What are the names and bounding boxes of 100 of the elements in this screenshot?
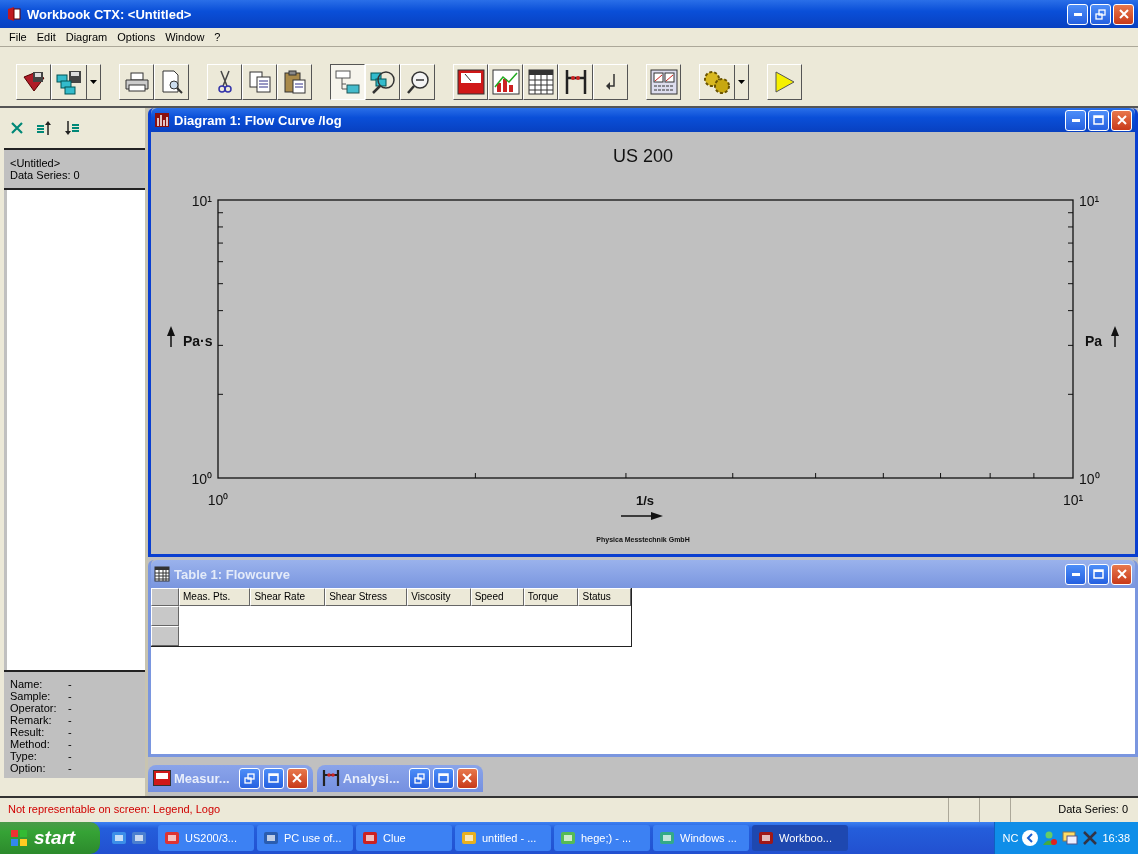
close-icon [292,773,303,783]
close-button[interactable] [1113,3,1134,25]
taskbar-button[interactable]: untitled - ... [455,825,551,851]
restore-button[interactable] [238,767,260,789]
taskbar-button[interactable]: PC use of... [257,825,353,851]
maximize-icon [267,773,279,783]
project-name: <Untitled> [10,157,62,169]
abacus-icon [321,769,340,787]
menu-item[interactable]: Window [160,31,210,43]
maximize-button[interactable] [1088,109,1109,131]
minimized-window[interactable]: Measur... [148,764,313,792]
taskbar-button[interactable]: Workboo... [752,825,848,851]
delete-icon [10,121,24,135]
move-up-icon [36,120,52,136]
field-value: - [68,678,72,690]
minimized-window[interactable]: Analysi... [316,764,483,792]
caret-icon [738,80,745,84]
toolbar-button[interactable] [330,64,365,100]
app-icon [164,830,180,846]
field-value: - [68,738,72,750]
menu-item[interactable]: Edit [31,31,61,43]
status-message: Not representable on screen: Legend, Logo [7,802,222,817]
abacus-icon [563,69,588,95]
field-label: Result: [10,726,46,738]
caret-icon [90,80,97,84]
monitor-icon [1062,830,1079,846]
window-title: Diagram 1: Flow Curve /log [174,112,343,128]
field-value: - [68,714,72,726]
minimize-button[interactable] [1065,109,1086,131]
app-icon [758,830,774,846]
chart-title: US 200 [613,146,673,166]
field-label: Remark: [10,714,53,726]
axis-label: 1/s [635,493,655,508]
minimize-icon [1073,12,1082,16]
restore-button[interactable] [1090,3,1111,25]
maximize-button[interactable] [1088,563,1109,585]
minimize-button[interactable] [1067,3,1088,25]
column-header: Status [578,588,631,606]
restore-icon [243,772,255,784]
bar-chart-icon [491,69,520,95]
field-label: Type: [10,750,38,762]
app-icon [560,830,576,846]
taskbar-button[interactable]: Clue [356,825,452,851]
menu-item[interactable]: ? [209,31,226,43]
show-hidden-icons-button[interactable] [1022,830,1039,846]
close-icon [1118,9,1129,19]
tick-label: 10¹ [191,193,212,209]
tick-label: 10⁰ [207,492,229,508]
clock: 16:38 [1102,832,1130,844]
taskbar-button[interactable]: hege;) - ... [554,825,650,851]
menu-item[interactable]: Diagram [60,31,113,43]
maximize-button[interactable] [432,767,454,789]
tick-label: 10⁰ [1079,471,1100,487]
close-button[interactable] [1111,109,1132,131]
app-icon [461,830,477,846]
field-value: - [68,750,72,762]
copy-icon [247,70,272,94]
chart-icon [154,112,170,128]
field-label: Operator: [10,702,58,714]
quick-launch-button[interactable] [111,830,127,846]
paste-icon [282,69,307,95]
play-icon [773,70,796,94]
taskbar-button[interactable]: US200/3... [158,825,254,851]
field-label: Name: [10,678,44,690]
maximize-icon [1093,569,1104,579]
move-down-icon [64,120,80,136]
series-count: Data Series: 0 [10,169,81,181]
axis-label: Pa·s [183,333,213,349]
taskbar-button[interactable]: Windows ... [653,825,749,851]
restore-icon [413,772,425,784]
page-magnifier-icon [160,70,183,94]
maximize-button[interactable] [262,767,284,789]
windows-logo-icon [10,829,28,847]
close-icon [1116,115,1127,125]
column-header: Viscosity [407,588,471,606]
close-button[interactable] [1111,563,1132,585]
grid-icon [527,69,554,95]
tick-label: 10¹ [1079,193,1100,209]
close-icon [1116,569,1127,579]
restore-icon [1095,8,1106,20]
field-label: Sample: [10,690,52,702]
quick-launch-button[interactable] [131,830,147,846]
restore-button[interactable] [408,767,430,789]
scissors-icon [217,70,232,94]
column-header: Shear Stress [325,588,408,606]
app-icon [6,6,22,22]
window-title: Analysi... [342,770,401,786]
menu-item[interactable]: Options [112,31,161,43]
start-button[interactable]: start [0,822,100,854]
column-header: Shear Rate [250,588,326,606]
printer-icon [123,71,150,93]
menu-item[interactable]: File [4,31,32,43]
tray-text: NC [1002,832,1019,844]
field-value: - [68,702,72,714]
minimize-icon [1071,572,1080,576]
maximize-icon [437,773,449,783]
close-button[interactable] [286,767,308,789]
close-button[interactable] [456,767,478,789]
minimize-button[interactable] [1065,563,1086,585]
return-arrow-icon [604,72,617,92]
